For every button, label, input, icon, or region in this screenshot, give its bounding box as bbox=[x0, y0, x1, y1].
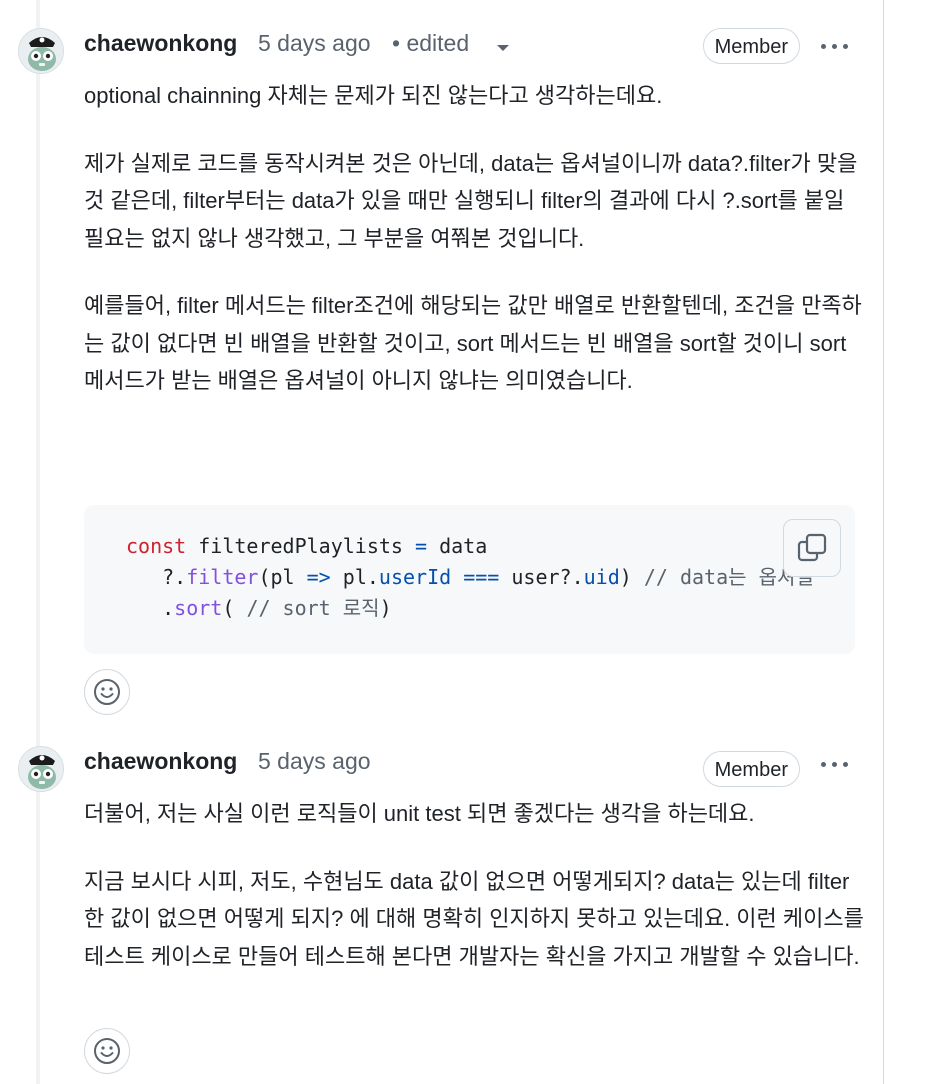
copy-button[interactable] bbox=[783, 519, 841, 577]
avatar[interactable] bbox=[18, 746, 64, 792]
comment-1: chaewonkong 5 days ago • edited Member o… bbox=[18, 28, 862, 718]
copy-icon bbox=[797, 533, 827, 562]
author-link[interactable]: chaewonkong bbox=[84, 748, 237, 775]
comment-body: 더불어, 저는 사실 이런 로직들이 unit test 되면 좋겠다는 생각을… bbox=[84, 795, 864, 975]
code-text: ) bbox=[379, 596, 392, 620]
smiley-icon bbox=[94, 1038, 120, 1064]
member-badge: Member bbox=[702, 751, 800, 787]
code-function: filter bbox=[186, 565, 259, 589]
sidebar-divider bbox=[883, 0, 884, 1084]
code-text: pl. bbox=[330, 565, 379, 589]
avatar-image bbox=[19, 29, 63, 73]
code-text: user?. bbox=[499, 565, 584, 589]
author-link[interactable]: chaewonkong bbox=[84, 30, 237, 57]
comment-body: optional chainning 자체는 문제가 되진 않는다고 생각하는데… bbox=[84, 77, 864, 400]
paragraph: 예를들어, filter 메서드는 filter조건에 해당되는 값만 배열로 … bbox=[84, 293, 862, 393]
paragraph: 지금 보시다 시피, 저도, 수현님도 data 값이 없으면 어떻게되지? d… bbox=[84, 868, 864, 969]
code-text: ( bbox=[222, 596, 247, 620]
code-comment: // sort 로직 bbox=[246, 596, 380, 620]
timestamp-link[interactable]: 5 days ago bbox=[258, 748, 371, 775]
code-text: data bbox=[427, 534, 488, 558]
kebab-icon[interactable] bbox=[818, 750, 852, 778]
code-block: const filteredPlaylists = data ?.filter(… bbox=[84, 505, 855, 654]
avatar-image bbox=[19, 747, 63, 791]
kebab-icon[interactable] bbox=[818, 32, 852, 60]
comment-header: chaewonkong 5 days ago Member bbox=[84, 746, 858, 787]
paragraph: 더불어, 저는 사실 이런 로직들이 unit test 되면 좋겠다는 생각을… bbox=[84, 801, 755, 826]
paragraph: optional chainning 자체는 문제가 되진 않는다고 생각하는데… bbox=[84, 83, 663, 108]
code-property: uid bbox=[583, 565, 620, 589]
code-operator: === bbox=[463, 565, 500, 589]
code-property: userId bbox=[378, 565, 452, 589]
timestamp-link[interactable]: 5 days ago bbox=[258, 30, 371, 57]
edited-label[interactable]: • edited bbox=[392, 30, 469, 57]
code-text: filteredPlaylists bbox=[186, 534, 415, 558]
paragraph: 제가 실제로 코드를 동작시켜본 것은 아닌데, data는 옵셔널이니까 da… bbox=[84, 150, 858, 251]
code-content: const filteredPlaylists = data ?.filter(… bbox=[126, 531, 814, 624]
smiley-icon bbox=[94, 679, 120, 705]
code-keyword: const bbox=[126, 534, 187, 558]
chevron-down-icon[interactable] bbox=[496, 43, 510, 53]
add-reaction-button[interactable] bbox=[84, 1028, 130, 1074]
member-badge: Member bbox=[702, 28, 800, 64]
code-text: . bbox=[126, 596, 175, 620]
code-operator: = bbox=[415, 534, 428, 558]
add-reaction-button[interactable] bbox=[84, 669, 130, 715]
avatar[interactable] bbox=[18, 28, 64, 74]
code-function: sort bbox=[174, 596, 223, 620]
comment-header: chaewonkong 5 days ago • edited Member bbox=[84, 28, 858, 68]
code-text: ) bbox=[619, 565, 644, 589]
code-text: (pl bbox=[258, 565, 307, 589]
code-operator: => bbox=[306, 565, 331, 589]
code-text: ?. bbox=[126, 565, 187, 589]
comment-2: chaewonkong 5 days ago Member 더불어, 저는 사실… bbox=[18, 746, 864, 1076]
